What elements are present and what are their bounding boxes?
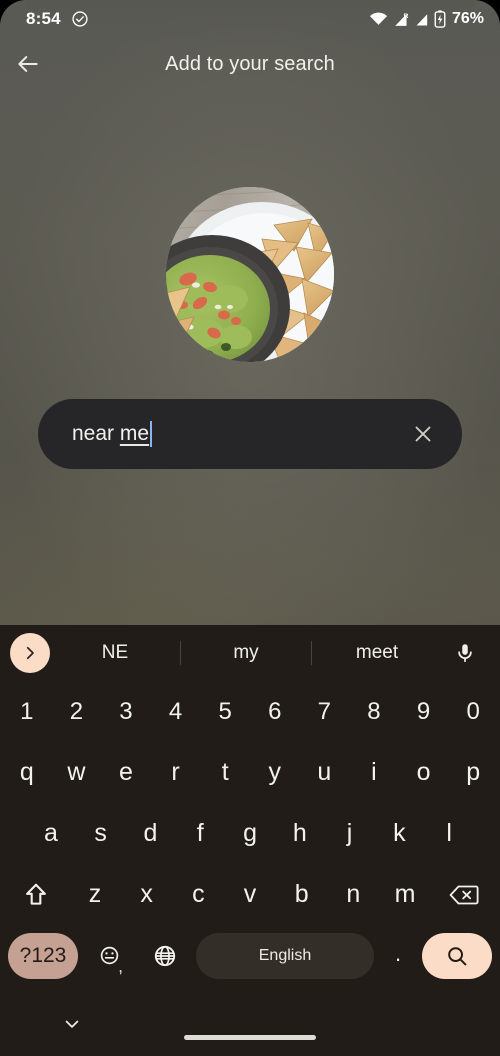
key-4[interactable]: 4	[151, 681, 201, 742]
period-key[interactable]: .	[380, 933, 416, 979]
key-3[interactable]: 3	[101, 681, 151, 742]
search-input-container[interactable]: near me	[38, 399, 462, 469]
key-0[interactable]: 0	[448, 681, 498, 742]
clear-search-button[interactable]	[406, 417, 440, 451]
svg-text:R: R	[404, 12, 409, 19]
emoji-icon	[99, 945, 120, 966]
spacebar-key[interactable]: English	[196, 932, 374, 979]
backspace-icon	[448, 882, 480, 908]
key-8[interactable]: 8	[349, 681, 399, 742]
suggestion-item-1[interactable]: my	[181, 642, 311, 664]
key-1[interactable]: 1	[2, 681, 52, 742]
key-l[interactable]: l	[424, 803, 474, 864]
on-screen-keyboard: NE my meet 1 2 3 4 5 6 7 8 9 0 q w e r t…	[0, 625, 500, 1056]
key-y[interactable]: y	[250, 742, 300, 803]
check-circle-icon	[71, 10, 89, 28]
suggestion-item-2[interactable]: meet	[312, 642, 442, 664]
key-7[interactable]: 7	[300, 681, 350, 742]
arrow-back-icon	[15, 51, 41, 77]
suggestion-item-0[interactable]: NE	[50, 642, 180, 664]
key-d[interactable]: d	[126, 803, 176, 864]
key-i[interactable]: i	[349, 742, 399, 803]
key-a[interactable]: a	[26, 803, 76, 864]
key-q[interactable]: q	[2, 742, 52, 803]
symbols-key[interactable]: ?123	[8, 932, 78, 979]
text-caret	[150, 421, 153, 447]
microphone-icon	[454, 642, 476, 664]
status-bar-left: 8:54	[26, 9, 89, 29]
keyboard-rows: 1 2 3 4 5 6 7 8 9 0 q w e r t y u i o p …	[0, 681, 500, 988]
key-w[interactable]: w	[52, 742, 102, 803]
close-icon	[411, 422, 435, 446]
key-9[interactable]: 9	[399, 681, 449, 742]
expand-suggestions-button[interactable]	[10, 633, 50, 673]
wifi-icon	[369, 11, 388, 27]
key-e[interactable]: e	[101, 742, 151, 803]
key-c[interactable]: c	[173, 864, 225, 925]
key-z[interactable]: z	[69, 864, 121, 925]
chevron-down-icon	[62, 1014, 82, 1034]
globe-language-icon	[153, 944, 177, 968]
key-p[interactable]: p	[448, 742, 498, 803]
suggestion-strip: NE my meet	[0, 625, 500, 681]
emoji-key[interactable]: ,	[84, 933, 134, 979]
key-f[interactable]: f	[175, 803, 225, 864]
search-composing-text: me	[119, 422, 150, 445]
app-bar: Add to your search	[0, 38, 500, 90]
search-input[interactable]: near me	[72, 421, 406, 447]
search-enter-key[interactable]	[422, 932, 492, 979]
status-bar: 8:54 R 76%	[0, 0, 500, 38]
system-navigation-bar	[0, 988, 500, 1056]
back-button[interactable]	[0, 38, 56, 90]
key-k[interactable]: k	[374, 803, 424, 864]
chevron-right-icon	[21, 644, 39, 662]
key-x[interactable]: x	[121, 864, 173, 925]
comma-key-label: ,	[118, 956, 123, 976]
key-2[interactable]: 2	[52, 681, 102, 742]
language-switch-key[interactable]	[140, 933, 190, 979]
status-time: 8:54	[26, 9, 61, 28]
keyboard-row-home: a s d f g h j k l	[0, 803, 500, 864]
key-j[interactable]: j	[325, 803, 375, 864]
key-h[interactable]: h	[275, 803, 325, 864]
suggestion-list: NE my meet	[50, 641, 442, 665]
key-n[interactable]: n	[328, 864, 380, 925]
battery-charging-icon	[434, 10, 446, 28]
keyboard-row-top: q w e r t y u i o p	[0, 742, 500, 803]
page-title: Add to your search	[165, 52, 335, 75]
thumbnail-image	[166, 187, 334, 362]
key-o[interactable]: o	[399, 742, 449, 803]
voice-input-button[interactable]	[442, 642, 488, 664]
key-u[interactable]: u	[300, 742, 350, 803]
key-g[interactable]: g	[225, 803, 275, 864]
hide-keyboard-button[interactable]	[62, 1014, 82, 1034]
key-6[interactable]: 6	[250, 681, 300, 742]
search-icon	[445, 944, 469, 968]
key-5[interactable]: 5	[200, 681, 250, 742]
key-s[interactable]: s	[76, 803, 126, 864]
key-r[interactable]: r	[151, 742, 201, 803]
keyboard-row-bottom: z x c v b n m	[0, 864, 500, 925]
search-image-thumbnail[interactable]	[166, 187, 334, 362]
home-gesture-bar[interactable]	[184, 1035, 316, 1040]
cellular-signal-icon	[414, 11, 430, 28]
phone-screen: 8:54 R 76% Add to your search near me NE…	[0, 0, 500, 1056]
shift-key[interactable]	[2, 864, 69, 925]
key-t[interactable]: t	[200, 742, 250, 803]
shift-icon	[22, 881, 50, 909]
battery-percent-label: 76%	[451, 10, 484, 27]
keyboard-row-functions: ?123 , English .	[0, 925, 500, 986]
status-bar-right: R 76%	[369, 10, 484, 28]
key-b[interactable]: b	[276, 864, 328, 925]
search-committed-text: near	[72, 422, 120, 445]
cellular-signal-roaming-icon: R	[392, 11, 410, 28]
key-v[interactable]: v	[224, 864, 276, 925]
key-m[interactable]: m	[379, 864, 431, 925]
keyboard-row-numbers: 1 2 3 4 5 6 7 8 9 0	[0, 681, 500, 742]
backspace-key[interactable]	[431, 864, 498, 925]
